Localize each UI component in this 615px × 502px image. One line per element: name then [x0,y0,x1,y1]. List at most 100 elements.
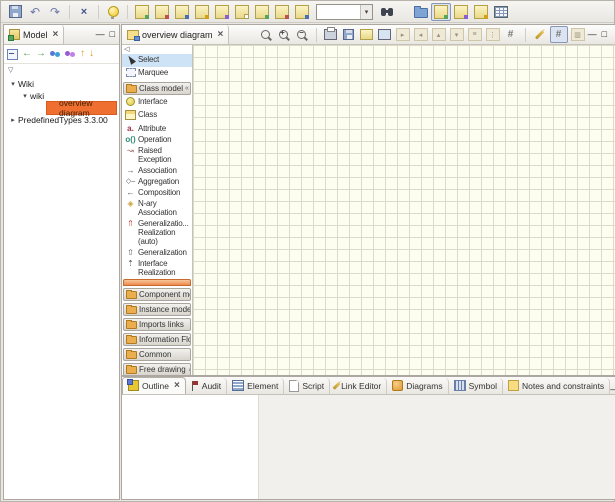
tab-model[interactable]: Model × [4,25,64,44]
tab-overview-diagram[interactable]: overview diagram × [122,25,229,44]
pencil-icon[interactable] [532,27,548,42]
maximize-icon[interactable]: □ [110,30,115,39]
palette-collapse-icon[interactable]: ◁ [122,46,192,54]
pin-icon[interactable]: « [185,85,189,92]
redo-icon[interactable]: ↷ [45,3,65,21]
tab-diagrams[interactable]: Diagrams [387,378,448,394]
move-down-icon[interactable]: ↓ [89,49,94,59]
palette-tool-raised-exception[interactable]: ↝ Raised Exception [122,145,192,165]
maximize-icon[interactable]: □ [602,30,607,39]
search-combo[interactable]: ▾ [316,4,373,20]
palette-tool-attribute[interactable]: a. Attribute [122,123,192,134]
grid-icon[interactable]: # [503,27,519,42]
create-element-icon-8[interactable] [272,3,292,21]
undo-icon[interactable]: ↶ [25,3,45,21]
filter-icon[interactable] [471,3,491,21]
palette-section-information-flow[interactable]: Information Flo... [123,333,191,346]
expander-collapsed-icon[interactable]: ▸ [8,116,18,124]
create-element-icon-1[interactable] [132,3,152,21]
print-icon[interactable] [323,27,339,42]
palette-item-partial[interactable] [123,279,191,286]
fit-view-icon[interactable] [377,27,393,42]
columns-icon[interactable]: ▥ [570,27,586,42]
palette-tool-association[interactable]: → Association [122,165,192,176]
model-tree: ▾ Wiki ▾ wiki overview diagram ▸ Predefi… [4,75,119,499]
create-element-icon-3[interactable] [172,3,192,21]
chevron-down-icon[interactable]: ▾ [360,5,372,19]
palette-section-common[interactable]: Common [123,348,191,361]
create-element-icon-2[interactable] [152,3,172,21]
align-left-icon[interactable]: ≡ [467,27,483,42]
trace-links-icon[interactable] [65,50,76,58]
align-top-icon[interactable]: ⋮ [485,27,501,42]
dim-tool-icon-2[interactable]: ◂ [413,27,429,42]
zoom-out-icon[interactable] [294,27,310,42]
link-with-model-icon[interactable] [431,3,451,21]
table-view-icon[interactable] [491,3,511,21]
diagram-canvas[interactable] [193,45,615,375]
palette-tool-interface[interactable]: Interface [122,96,192,109]
collapse-all-icon[interactable] [7,49,18,60]
back-icon[interactable]: ← [22,49,32,59]
palette-tool-nary-association[interactable]: ◈ N-ary Association [122,198,192,218]
lightbulb-icon[interactable] [103,3,123,21]
minimize-icon[interactable]: — [96,30,105,39]
sync-icon[interactable] [451,3,471,21]
package-icon[interactable] [359,27,375,42]
tab-outline[interactable]: Outline × [122,377,186,394]
dim-tool-icon-3[interactable]: ▴ [431,27,447,42]
palette-section-imports-links[interactable]: Imports links [123,318,191,331]
expander-expanded-icon[interactable]: ▾ [8,80,18,88]
outline-canvas[interactable] [122,395,259,499]
delete-icon[interactable]: × [74,3,94,21]
palette-tool-select[interactable]: Select [122,54,192,67]
tree-item-predefinedtypes[interactable]: ▸ PredefinedTypes 3.3.00 [4,114,119,126]
snap-grid-icon[interactable]: # [550,26,568,43]
close-icon[interactable]: × [218,29,224,40]
create-element-icon-7[interactable] [252,3,272,21]
close-icon[interactable]: × [174,380,180,391]
dim-tool-icon-1[interactable]: ▸ [395,27,411,42]
close-icon[interactable]: × [53,29,59,40]
tab-element[interactable]: Element [227,378,284,394]
expander-expanded-icon[interactable]: ▾ [20,92,30,100]
palette-tool-generalization-auto[interactable]: ⇑ Generalizatio... Realization (auto) [122,218,192,247]
palette-tool-aggregation[interactable]: ◇– Aggregation [122,176,192,187]
palette-section-class-model[interactable]: Class model « [123,82,191,95]
create-element-icon-5[interactable] [212,3,232,21]
tab-link-editor[interactable]: Link Editor [330,378,387,394]
binoculars-icon[interactable] [377,3,397,21]
open-folder-icon[interactable] [411,3,431,21]
palette-tool-generalization[interactable]: ⇧ Generalization [122,247,192,258]
tree-item-wiki-project[interactable]: ▾ Wiki [4,78,119,90]
palette-tool-interface-realization[interactable]: ⇡ Interface Realization [122,258,192,278]
create-element-icon-4[interactable] [192,3,212,21]
dim-tool-icon-4[interactable]: ▾ [449,27,465,42]
forward-icon[interactable]: → [36,49,46,59]
create-element-icon-9[interactable] [292,3,312,21]
create-element-icon-6[interactable] [232,3,252,21]
zoom-original-icon[interactable] [258,27,274,42]
palette-tool-operation[interactable]: o() Operation [122,134,192,145]
related-links-icon[interactable] [50,50,61,58]
pin-icon[interactable]: ∘ [188,366,191,374]
save-image-icon[interactable] [341,27,357,42]
zoom-in-icon[interactable] [276,27,292,42]
palette-tool-class[interactable]: Class [122,109,192,123]
tree-item-overview-diagram[interactable]: overview diagram [4,102,119,114]
palette-section-component-model[interactable]: Component mo... [123,288,191,301]
tab-audit[interactable]: Audit [186,378,227,394]
tab-symbol[interactable]: Symbol [449,378,503,394]
view-menu-icon[interactable]: ▽ [8,66,13,74]
toolbar-separator [69,5,70,19]
move-up-icon[interactable]: ↑ [80,49,85,59]
save-icon[interactable] [5,3,25,21]
minimize-icon[interactable]: — [588,30,597,39]
palette-section-free-drawing[interactable]: Free drawing ∘ [123,363,191,375]
palette-section-instance-model[interactable]: Instance model [123,303,191,316]
minimize-icon[interactable]: — [610,385,615,394]
tab-notes-and-constraints[interactable]: Notes and constraints [503,378,610,394]
palette-tool-marquee[interactable]: Marquee [122,67,192,80]
palette-tool-composition[interactable]: ← Composition [122,187,192,198]
tab-script[interactable]: Script [284,378,330,394]
